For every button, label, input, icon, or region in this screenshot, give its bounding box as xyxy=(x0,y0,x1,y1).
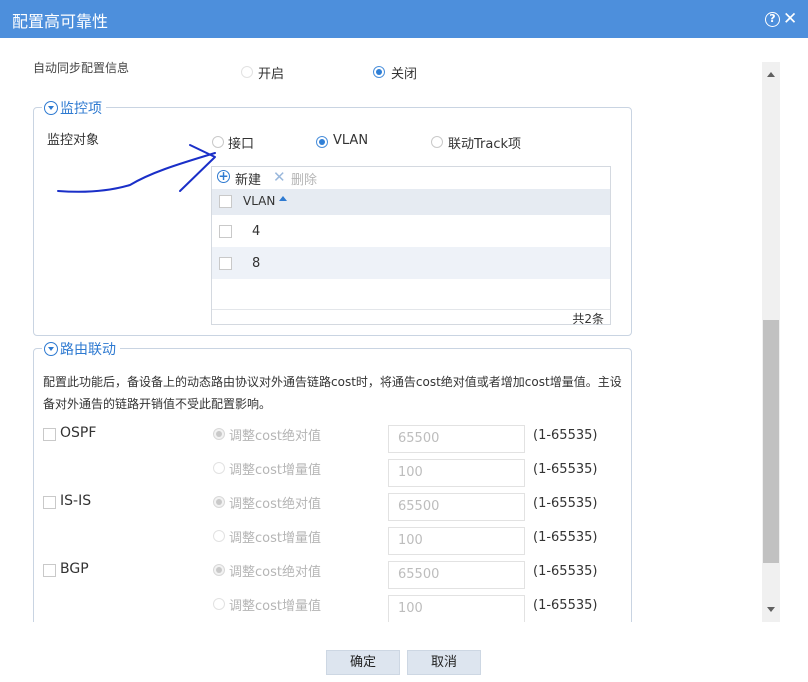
collapse-icon xyxy=(44,101,58,115)
annotation-arrow-icon xyxy=(57,144,216,193)
monitor-legend-text: 监控项 xyxy=(60,101,102,117)
ospf-abs-input[interactable]: 65500 xyxy=(388,425,525,453)
ospf-abs-radio[interactable] xyxy=(213,428,225,440)
table-row[interactable]: 4 xyxy=(212,215,610,247)
route-description-line1: 配置此功能后，备设备上的动态路由协议对外通告链路cost时，将通告cost绝对值… xyxy=(43,375,622,389)
bgp-inc-input[interactable]: 100 xyxy=(388,595,525,622)
ospf-inc-range: (1-65535) xyxy=(533,462,598,477)
isis-abs-radio[interactable] xyxy=(213,496,225,508)
scroll-thumb[interactable] xyxy=(763,320,779,563)
isis-inc-label: 调整cost增量值 xyxy=(229,531,321,546)
bgp-label: BGP xyxy=(60,561,89,577)
monitor-vlan-radio[interactable] xyxy=(316,136,328,148)
close-icon[interactable]: ✕ xyxy=(783,9,797,29)
collapse-icon xyxy=(44,342,58,356)
isis-label: IS-IS xyxy=(60,493,92,509)
bgp-abs-range: (1-65535) xyxy=(533,564,598,579)
scroll-up-icon[interactable] xyxy=(767,72,775,77)
bgp-abs-input[interactable]: 65500 xyxy=(388,561,525,589)
route-legend[interactable]: 路由联动 xyxy=(42,339,120,359)
row-checkbox[interactable] xyxy=(219,225,232,238)
auto-sync-on-label: 开启 xyxy=(258,67,285,82)
isis-abs-input[interactable]: 65500 xyxy=(388,493,525,521)
new-button[interactable]: 新建 xyxy=(235,169,261,188)
bgp-abs-radio[interactable] xyxy=(213,564,225,576)
isis-checkbox[interactable] xyxy=(43,496,56,509)
row-vlan: 8 xyxy=(252,256,261,271)
total-count: 共2条 xyxy=(572,312,604,326)
monitor-track-radio[interactable] xyxy=(431,136,443,148)
ospf-checkbox[interactable] xyxy=(43,428,56,441)
ok-button[interactable]: 确定 xyxy=(326,650,400,675)
ospf-label: OSPF xyxy=(60,425,97,441)
dialog-body: 自动同步配置信息 开启 关闭 监控项 监控对象 接口 VLAN 联动Track项… xyxy=(0,38,808,622)
auto-sync-off-label: 关闭 xyxy=(391,67,418,82)
ospf-abs-range: (1-65535) xyxy=(533,428,598,443)
dialog-footer xyxy=(0,622,808,682)
auto-sync-label: 自动同步配置信息 xyxy=(33,61,130,75)
row-checkbox[interactable] xyxy=(219,257,232,270)
select-all-checkbox[interactable] xyxy=(219,195,232,208)
add-icon: + xyxy=(217,169,230,183)
ospf-abs-label: 调整cost绝对值 xyxy=(229,429,321,444)
auto-sync-on-radio[interactable] xyxy=(241,66,253,78)
delete-icon: ✕ xyxy=(273,168,286,186)
monitor-track-label: 联动Track项 xyxy=(448,137,522,152)
isis-inc-range: (1-65535) xyxy=(533,530,598,545)
table-row[interactable]: 8 xyxy=(212,247,610,279)
route-description-line2: 备对外通告的链路开销值不受此配置影响。 xyxy=(43,397,272,411)
monitor-legend[interactable]: 监控项 xyxy=(42,98,106,118)
isis-inc-input[interactable]: 100 xyxy=(388,527,525,555)
ospf-inc-label: 调整cost增量值 xyxy=(229,463,321,478)
ospf-inc-radio[interactable] xyxy=(213,462,225,474)
auto-sync-off-radio[interactable] xyxy=(373,66,385,78)
monitor-interface-label: 接口 xyxy=(228,137,255,152)
grid-footer: 共2条 xyxy=(212,309,610,326)
row-vlan: 4 xyxy=(252,224,261,239)
delete-button[interactable]: 删除 xyxy=(291,169,317,188)
monitor-vlan-label: VLAN xyxy=(333,133,369,148)
isis-abs-range: (1-65535) xyxy=(533,496,598,511)
isis-abs-label: 调整cost绝对值 xyxy=(229,497,321,512)
vlan-grid: + 新建 ✕ 删除 VLAN 4 8 共2条 xyxy=(211,166,611,326)
ospf-inc-input[interactable]: 100 xyxy=(388,459,525,487)
bgp-abs-label: 调整cost绝对值 xyxy=(229,565,321,580)
bgp-inc-radio[interactable] xyxy=(213,598,225,610)
dialog-title: 配置高可靠性 xyxy=(12,12,109,31)
bgp-inc-label: 调整cost增量值 xyxy=(229,599,321,614)
help-icon[interactable]: ? xyxy=(765,12,780,27)
sort-asc-icon[interactable] xyxy=(279,196,287,201)
vertical-scrollbar[interactable] xyxy=(762,62,780,622)
grid-header: VLAN xyxy=(212,189,610,215)
grid-toolbar: + 新建 ✕ 删除 xyxy=(212,167,610,189)
bgp-checkbox[interactable] xyxy=(43,564,56,577)
cancel-button[interactable]: 取消 xyxy=(407,650,481,675)
scroll-down-icon[interactable] xyxy=(767,607,775,612)
route-legend-text: 路由联动 xyxy=(60,342,116,358)
dialog-title-bar: 配置高可靠性 ? ✕ xyxy=(0,0,808,38)
bgp-inc-range: (1-65535) xyxy=(533,598,598,613)
isis-inc-radio[interactable] xyxy=(213,530,225,542)
vlan-column-header[interactable]: VLAN xyxy=(243,194,275,208)
